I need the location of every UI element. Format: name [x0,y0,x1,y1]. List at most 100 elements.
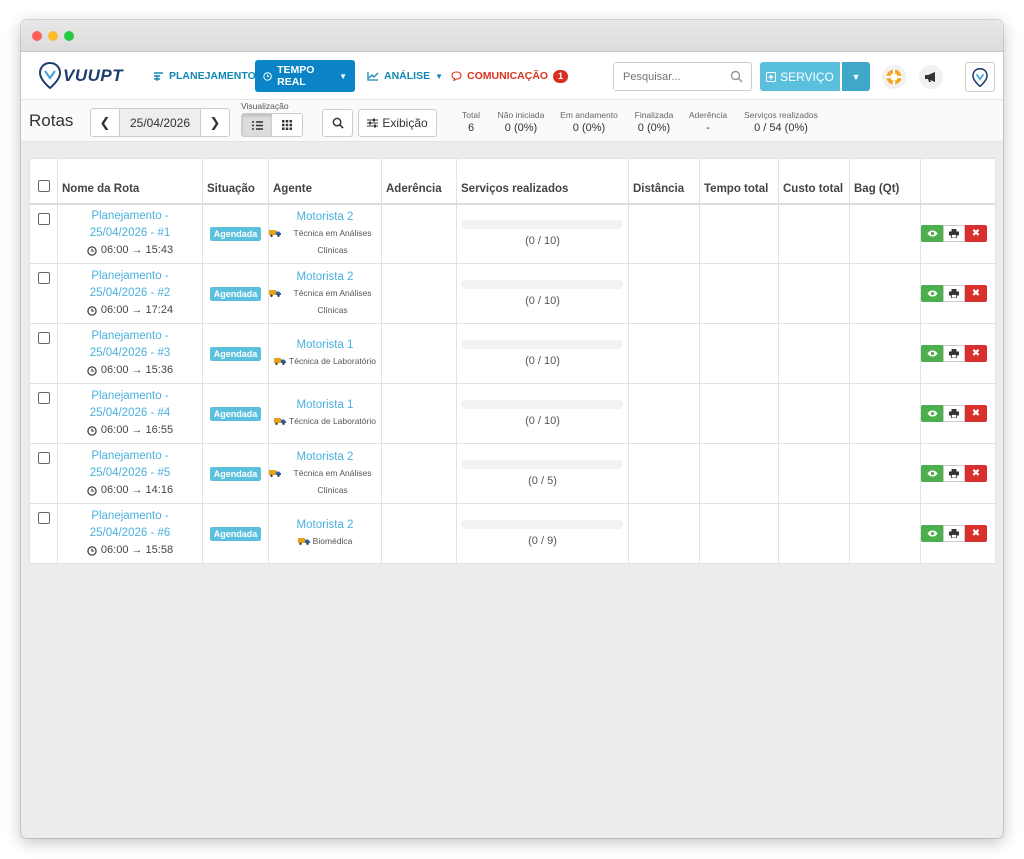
view-route-button[interactable] [921,225,943,243]
col-header-name[interactable]: Nome da Rota [57,158,203,205]
col-header-adherence[interactable]: Aderência [381,158,457,205]
row-checkbox[interactable] [37,212,50,225]
logo-pin-icon [972,67,988,87]
view-route-button[interactable] [921,405,943,422]
announcements-button[interactable] [919,65,943,89]
chat-icon [451,71,462,81]
status-cell: Agendada [202,323,269,384]
services-progress-bar [461,220,623,230]
stat-value: - [706,122,710,134]
route-time-text: 06:00 → 15:58 [100,544,174,556]
nav-tempo-real-label: TEMPO REAL [277,64,315,88]
agent-name-link[interactable]: Motorista 2 [269,269,381,285]
agent-name-link[interactable]: Motorista 2 [269,209,381,225]
route-name-link[interactable]: Planejamento - 25/04/2026 - #4 [58,388,202,422]
col-header-distance[interactable]: Distância [628,158,700,205]
stat-label: Aderência [688,110,728,120]
agent-role: Biomédica [297,533,352,550]
route-name-link[interactable]: Planejamento - 25/04/2026 - #6 [58,508,202,542]
agent-name-link[interactable]: Motorista 2 [269,517,381,533]
print-route-button[interactable] [943,225,965,243]
row-checkbox[interactable] [37,392,50,404]
view-route-button[interactable] [921,465,943,482]
route-name-link[interactable]: Planejamento - 25/04/2026 - #2 [58,268,202,302]
agent-name-link[interactable]: Motorista 1 [269,397,381,413]
route-name-line2: 25/04/2026 - #1 [89,227,171,240]
route-name-line1: Planejamento - [91,210,169,223]
route-name-line1: Planejamento - [91,390,169,402]
col-header-total-time[interactable]: Tempo total [699,158,779,205]
agent-role-text: Técnica em Análises Clínicas [293,227,372,255]
search-icon[interactable] [730,70,743,83]
print-icon [949,469,959,478]
display-options-button[interactable]: Exibição [358,109,437,137]
distance-cell [628,263,700,324]
app-switcher-button[interactable] [965,62,995,92]
close-icon: ✖ [971,288,981,299]
delete-route-button[interactable]: ✖ [965,285,987,302]
agent-cell: Motorista 2 Técnica em Análises Clínicas [268,263,382,324]
row-actions: ✖ [921,405,995,422]
add-service-label: SERVIÇO [780,69,834,84]
delete-route-button[interactable]: ✖ [965,525,987,542]
minimize-window-button[interactable] [48,31,58,41]
route-name-link[interactable]: Planejamento - 25/04/2026 - #3 [58,328,202,362]
route-name-link[interactable]: Planejamento - 25/04/2026 - #5 [58,448,202,482]
services-progress-text: (0 / 10) [525,355,560,367]
row-checkbox[interactable] [37,332,50,344]
col-header-total-cost[interactable]: Custo total [778,158,850,205]
date-input[interactable]: 25/04/2026 [119,109,201,136]
add-service-button[interactable]: SERVIÇO [760,62,840,91]
search-input[interactable] [614,63,724,90]
print-route-button[interactable] [943,405,965,422]
delete-route-button[interactable]: ✖ [965,225,987,243]
row-checkbox[interactable] [37,512,50,524]
print-icon [949,409,959,418]
delete-route-button[interactable]: ✖ [965,465,987,482]
grid-view-button[interactable] [272,114,302,136]
route-name-cell: Planejamento - 25/04/2026 - #6 06:00 → 15… [57,503,203,564]
nav-analise[interactable]: ANÁLISE ▼ [359,60,451,92]
help-button[interactable] [882,65,906,89]
bag-qty-cell [849,323,921,384]
row-checkbox[interactable] [37,272,50,284]
bag-qty-cell [849,203,921,264]
eye-icon [927,290,937,297]
col-header-services[interactable]: Serviços realizados [456,158,629,205]
view-mode-label: Visualização [241,101,289,111]
prev-date-button[interactable]: ❮ [91,109,119,136]
nav-comunicacao[interactable]: COMUNICAÇÃO 1 [443,60,576,92]
bag-qty-cell [849,443,921,504]
view-route-button[interactable] [921,345,943,362]
nav-tempo-real[interactable]: TEMPO REAL ▼ [255,60,355,92]
print-route-button[interactable] [943,285,965,302]
truck-icon [269,289,281,297]
nav-planejamento[interactable]: PLANEJAMENTO [145,60,264,92]
col-header-bag-qty[interactable]: Bag (Qt) [849,158,921,205]
agent-name-link[interactable]: Motorista 2 [269,449,381,465]
filter-search-button[interactable] [322,109,353,137]
list-view-button[interactable] [242,114,272,136]
print-route-button[interactable] [943,525,965,542]
row-checkbox[interactable] [37,452,50,464]
status-badge: Agendada [209,526,262,541]
col-header-status[interactable]: Situação [202,158,269,205]
agent-name-link[interactable]: Motorista 1 [269,337,381,353]
view-route-button[interactable] [921,285,943,302]
eye-icon [927,470,937,477]
vuupt-logo[interactable]: VUUPT [39,62,123,89]
print-route-button[interactable] [943,465,965,482]
date-selector: ❮ 25/04/2026 ❯ [90,108,230,137]
service-dropdown-button[interactable]: ▼ [842,62,870,91]
route-name-link[interactable]: Planejamento - 25/04/2026 - #1 [58,208,202,242]
maximize-window-button[interactable] [64,31,74,41]
print-route-button[interactable] [943,345,965,362]
view-route-button[interactable] [921,525,943,542]
close-icon: ✖ [971,468,981,479]
col-header-agent[interactable]: Agente [268,158,382,205]
select-all-checkbox[interactable] [37,179,50,192]
next-date-button[interactable]: ❯ [201,109,229,136]
delete-route-button[interactable]: ✖ [965,345,987,362]
delete-route-button[interactable]: ✖ [965,405,987,422]
close-window-button[interactable] [32,31,42,41]
